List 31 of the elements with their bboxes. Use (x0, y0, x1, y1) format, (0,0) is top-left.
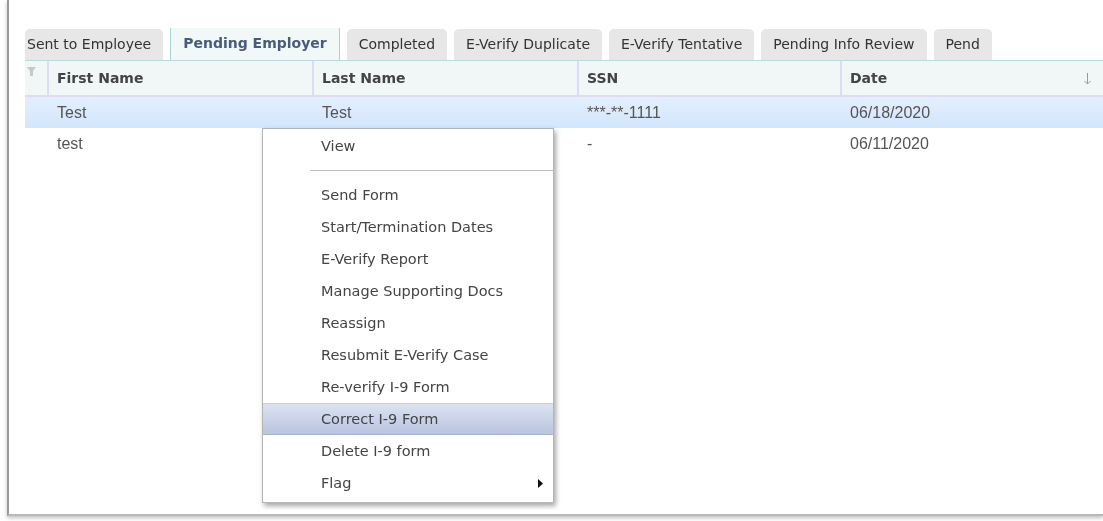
menu-item[interactable]: Reassign (263, 307, 553, 339)
tab[interactable]: Sent to Employee (25, 29, 164, 60)
tab[interactable]: E-Verify Duplicate (454, 29, 602, 60)
table-cell: 06/18/2020 (850, 103, 931, 121)
menu-item[interactable]: E-Verify Report (263, 243, 553, 275)
table-cell: - (587, 134, 593, 152)
column-header[interactable]: SSN (577, 61, 840, 95)
column-header[interactable]: Date (840, 61, 1103, 95)
table-cell: Test (322, 103, 352, 121)
menu-item[interactable]: Resubmit E-Verify Case (263, 339, 553, 371)
menu-item[interactable]: Start/Termination Dates (263, 211, 553, 243)
table-cell: 06/11/2020 (850, 134, 929, 152)
tab[interactable]: E-Verify Tentative (609, 29, 755, 60)
menu-item[interactable]: Correct I-9 Form (263, 403, 553, 435)
menu-item[interactable]: Send Form (263, 179, 553, 211)
sort-arrow-icon[interactable] (1084, 73, 1091, 85)
menu-item[interactable]: Manage Supporting Docs (263, 275, 553, 307)
menu-item[interactable]: Flag (263, 467, 553, 499)
menu-item[interactable]: View (263, 130, 553, 162)
table-cell: test (57, 134, 83, 152)
submenu-arrow-icon (538, 479, 543, 488)
column-header[interactable]: Last Name (312, 61, 577, 95)
menu-item[interactable]: Delete I-9 form (263, 435, 553, 467)
tab[interactable]: Completed (346, 29, 448, 60)
column-header[interactable]: First Name (47, 61, 312, 95)
tab[interactable]: Pending Info Review (761, 29, 927, 60)
table-cell: Test (57, 103, 87, 121)
menu-item[interactable]: Re-verify I-9 Form (263, 371, 553, 403)
tab[interactable]: Pending Employer (170, 28, 340, 60)
tab[interactable]: Pend (933, 29, 992, 60)
table-cell: ***-**-1111 (587, 103, 661, 121)
